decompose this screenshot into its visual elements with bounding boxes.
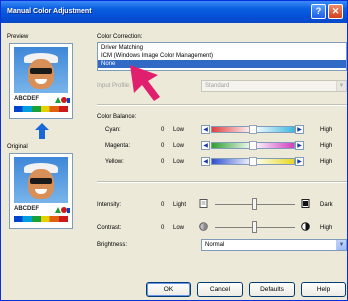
intensity-label: Intensity: [97,202,122,208]
magenta-increase-button[interactable]: ▶ [295,141,304,150]
list-item-driver-matching[interactable]: Driver Matching [98,44,346,52]
mouse-pointer-icon [130,65,160,101]
list-item-icm[interactable]: ICM (Windows Image Color Management) [98,52,346,60]
cyan-slider-thumb[interactable] [249,125,257,134]
separator [97,104,347,106]
intensity-high-label: Dark [320,202,333,208]
contrast-low-label: Low [173,225,185,231]
contrast-value: 0 [161,225,165,231]
sample-shapes-icon [55,207,70,213]
defaults-button[interactable]: Defaults [249,282,295,297]
cyan-decrease-button[interactable]: ◀ [201,125,210,134]
input-profile-select[interactable]: Standard ▼ [201,80,347,92]
chevron-down-icon: ▼ [336,240,346,250]
dark-document-icon [301,199,310,208]
color-correction-label: Color Correction: [97,34,143,40]
color-balance-label: Color Balance: [97,114,137,120]
yellow-high-label: High [320,159,333,165]
cancel-button[interactable]: Cancel [197,282,243,297]
yellow-label: Yellow: [105,159,124,165]
yellow-slider-thumb[interactable] [249,157,257,166]
help-title-button[interactable]: ? [311,4,326,19]
contrast-high-label: High [320,225,333,231]
cyan-label: Cyan: [105,127,121,133]
yellow-low-label: Low [173,159,185,165]
low-contrast-icon [199,222,208,231]
magenta-low-label: Low [173,143,185,149]
preview-sample-text: ABCDEF [14,96,39,102]
original-color-bars [14,216,68,222]
ok-button[interactable]: OK [146,282,191,297]
magenta-high-label: High [320,143,333,149]
yellow-increase-button[interactable]: ▶ [295,157,304,166]
light-document-icon [199,199,208,208]
high-contrast-icon [301,222,310,231]
help-button[interactable]: Help [301,282,346,297]
preview-image: ABCDEF [9,43,73,119]
preview-label: Preview [7,34,29,40]
brightness-value: Normal [205,242,225,248]
yellow-value: 0 [161,159,165,165]
input-profile-label: Input Profile: [97,83,131,89]
close-button[interactable]: ✕ [328,4,343,19]
preview-color-bars [14,106,68,112]
original-image: ABCDEF [9,153,73,229]
cyan-slider-track[interactable] [211,125,295,134]
magenta-slider-track[interactable] [211,141,295,150]
contrast-slider-thumb[interactable] [252,221,257,233]
magenta-label: Magenta: [105,143,131,149]
brightness-label: Brightness: [97,242,128,248]
contrast-label: Contrast: [97,225,122,231]
magenta-decrease-button[interactable]: ◀ [201,141,210,150]
magenta-value: 0 [161,143,165,149]
manual-color-adjustment-dialog: Manual Color Adjustment ? ✕ Preview ABCD… [0,0,348,301]
yellow-slider-track[interactable] [211,157,295,166]
original-label: Original [7,144,28,150]
cyan-increase-button[interactable]: ▶ [295,125,304,134]
input-profile-value: Standard [205,83,230,89]
up-arrow-icon [35,123,49,139]
intensity-low-label: Light [173,202,187,208]
cyan-high-label: High [320,127,333,133]
brightness-select[interactable]: Normal ▼ [201,239,347,251]
window-title: Manual Color Adjustment [7,8,92,15]
title-bar[interactable]: Manual Color Adjustment ? ✕ [1,1,347,23]
sample-shapes-icon [55,97,70,103]
original-sample-text: ABCDEF [14,206,39,212]
intensity-slider-thumb[interactable] [252,198,257,210]
magenta-slider-thumb[interactable] [249,141,257,150]
chevron-down-icon: ▼ [336,81,346,91]
cyan-low-label: Low [173,127,185,133]
intensity-value: 0 [161,202,165,208]
cyan-value: 0 [161,127,165,133]
yellow-decrease-button[interactable]: ◀ [201,157,210,166]
separator [97,181,347,183]
